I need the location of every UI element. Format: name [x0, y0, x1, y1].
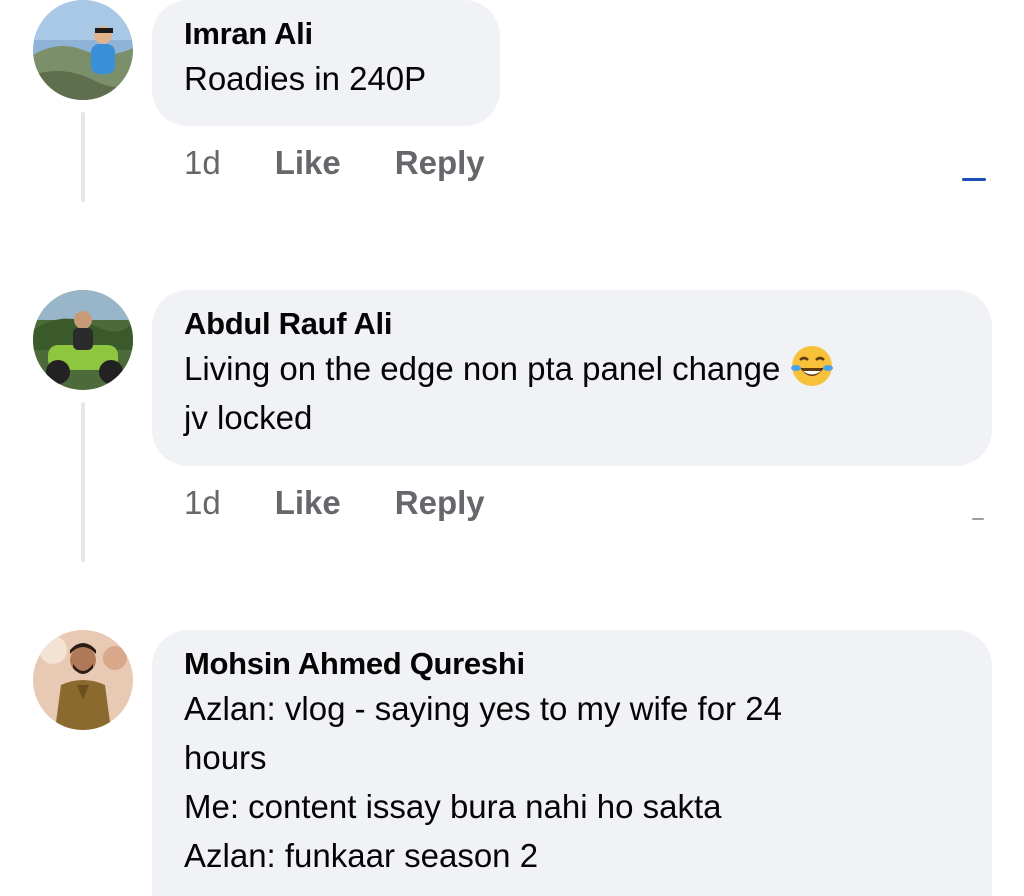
thread-line [81, 112, 85, 202]
reply-button[interactable]: Reply [395, 484, 485, 522]
like-button[interactable]: Like [275, 144, 341, 182]
timestamp[interactable]: 1d [184, 144, 221, 182]
comment-bubble: Imran Ali Roadies in 240P [152, 0, 500, 126]
author-name[interactable]: Abdul Rauf Ali [184, 304, 960, 344]
timestamp[interactable]: 1d [184, 484, 221, 522]
author-name[interactable]: Mohsin Ahmed Qureshi [184, 644, 960, 684]
avatar-photo [33, 290, 133, 390]
avatar[interactable] [33, 630, 133, 730]
face-with-tears-of-joy-icon [791, 346, 834, 386]
comment-item: Mohsin Ahmed Qureshi Azlan: vlog - sayin… [0, 630, 1024, 896]
comment-bubble: Mohsin Ahmed Qureshi Azlan: vlog - sayin… [152, 630, 992, 896]
divider [972, 518, 984, 520]
comment-item: Abdul Rauf Ali Living on the edge non pt… [0, 290, 1024, 570]
reply-button[interactable]: Reply [395, 144, 485, 182]
comment-text: Azlan: vlog - saying yes to my wife for … [184, 690, 782, 874]
comment-actions: 1d Like Reply [184, 144, 485, 182]
comment-item: Imran Ali Roadies in 240P 1d Like Reply [0, 0, 1024, 210]
comment-text: Living on the edge non pta panel change j… [184, 344, 960, 442]
comment-text-line: Living on the edge non pta panel change [184, 350, 781, 387]
avatar-photo [33, 0, 133, 100]
avatar-photo [33, 630, 133, 730]
author-name[interactable]: Imran Ali [184, 14, 468, 54]
comment-bubble: Abdul Rauf Ali Living on the edge non pt… [152, 290, 992, 466]
avatar[interactable] [33, 0, 133, 100]
thread-line [81, 402, 85, 562]
avatar[interactable] [33, 290, 133, 390]
comment-actions: 1d Like Reply [184, 484, 485, 522]
comment-text: Roadies in 240P [184, 60, 427, 97]
divider [962, 178, 986, 181]
comment-text-line: jv locked [184, 399, 313, 436]
like-button[interactable]: Like [275, 484, 341, 522]
